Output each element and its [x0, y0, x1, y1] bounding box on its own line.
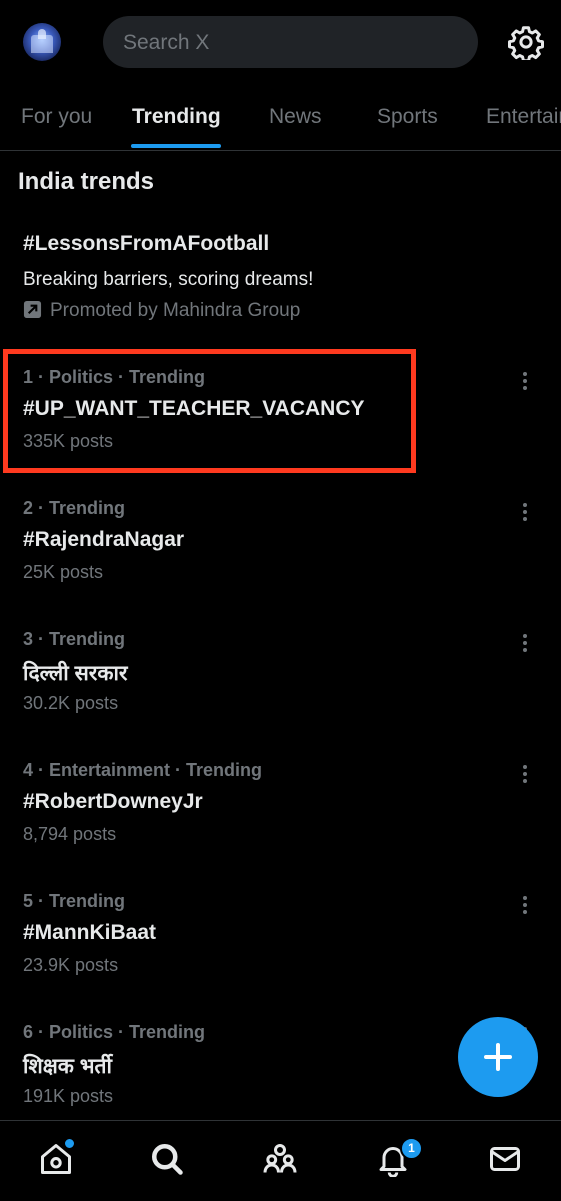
trend-meta: 5 · Trending	[23, 891, 126, 911]
communities-icon[interactable]	[262, 1141, 298, 1177]
promoted-by-text: Promoted by Mahindra Group	[50, 300, 301, 321]
trend-meta: 6 · Politics · Trending	[23, 1022, 206, 1042]
promoted-description: Breaking barriers, scoring dreams!	[23, 269, 314, 290]
profile-avatar[interactable]	[23, 23, 61, 61]
trend-item-4[interactable]: 4 · Entertainment · Trending #RobertDown…	[23, 760, 543, 870]
trend-item-3[interactable]: 3 · Trending दिल्ली सरकार 30.2K posts	[23, 629, 543, 739]
more-options-icon[interactable]	[515, 764, 535, 784]
tab-trending[interactable]: Trending	[132, 105, 221, 129]
tab-sports[interactable]: Sports	[377, 105, 438, 129]
trend-post-count: 23.9K posts	[23, 955, 119, 975]
promoted-trend[interactable]: #LessonsFromAFootball Breaking barriers,…	[23, 232, 543, 321]
tab-news[interactable]: News	[269, 105, 322, 129]
tab-entertainment[interactable]: Entertainment	[486, 105, 561, 129]
trend-post-count: 8,794 posts	[23, 824, 117, 844]
tab-for-you[interactable]: For you	[21, 105, 92, 129]
more-options-icon[interactable]	[515, 633, 535, 653]
trend-name[interactable]: दिल्ली सरकार	[23, 659, 128, 687]
promoted-arrow-icon	[23, 300, 42, 319]
trend-name[interactable]: शिक्षक भर्ती	[23, 1052, 112, 1080]
trend-meta: 4 · Entertainment · Trending	[23, 760, 263, 780]
search-input[interactable]	[121, 16, 465, 70]
trend-post-count: 25K posts	[23, 562, 104, 582]
avatar-dome-shape	[38, 29, 46, 39]
search-box[interactable]	[103, 16, 478, 70]
active-tab-indicator	[131, 144, 221, 148]
settings-gear-icon[interactable]	[508, 24, 544, 60]
trend-item-5[interactable]: 5 · Trending #MannKiBaat 23.9K posts	[23, 891, 543, 1001]
more-options-icon[interactable]	[515, 371, 535, 391]
trend-item-2[interactable]: 2 · Trending #RajendraNagar 25K posts	[23, 498, 543, 608]
plus-icon	[484, 1043, 512, 1071]
compose-post-button[interactable]	[458, 1017, 538, 1097]
more-options-icon[interactable]	[515, 895, 535, 915]
explore-tabs: For you Trending News Sports Entertainme…	[0, 84, 561, 151]
trend-meta: 2 · Trending	[23, 498, 126, 518]
messages-envelope-icon[interactable]	[487, 1141, 523, 1177]
home-new-content-dot	[63, 1137, 76, 1150]
trend-name[interactable]: #RajendraNagar	[23, 528, 184, 552]
trend-name[interactable]: #MannKiBaat	[23, 921, 156, 945]
notifications-badge: 1	[400, 1137, 423, 1160]
more-options-icon[interactable]	[515, 502, 535, 522]
search-icon[interactable]	[149, 1141, 185, 1177]
promoted-hashtag[interactable]: #LessonsFromAFootball	[23, 232, 543, 256]
promoted-by-line: Promoted by Mahindra Group	[23, 300, 300, 322]
top-bar	[0, 0, 561, 84]
trend-post-count: 30.2K posts	[23, 693, 119, 713]
trend-meta: 3 · Trending	[23, 629, 126, 649]
trend-name[interactable]: #RobertDowneyJr	[23, 790, 203, 814]
highlight-box	[3, 349, 416, 473]
section-title: India trends	[18, 168, 155, 195]
bottom-navigation: 1	[0, 1120, 561, 1201]
trend-post-count: 191K posts	[23, 1086, 114, 1106]
